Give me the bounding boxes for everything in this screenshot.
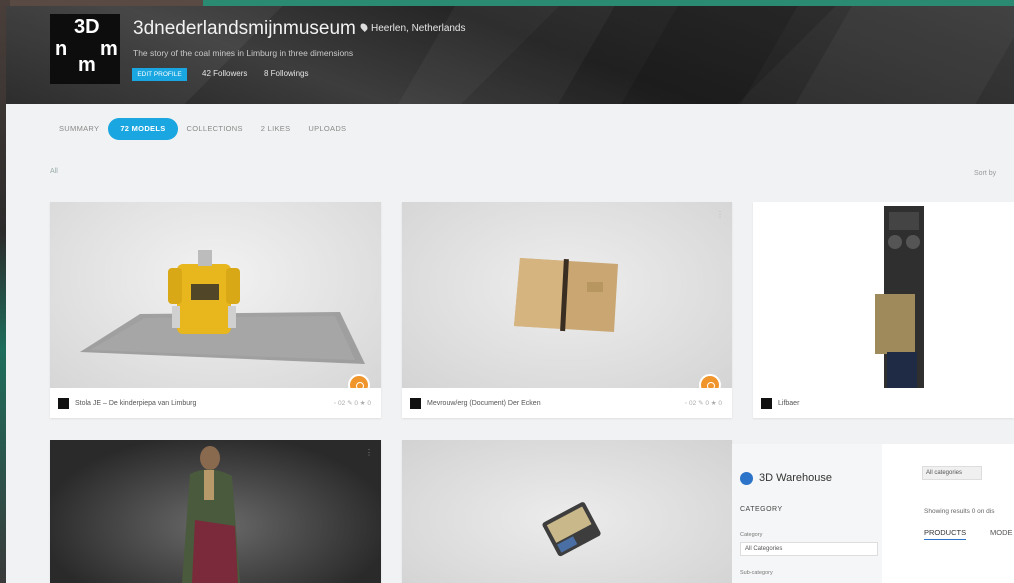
model-preview-shirt — [80, 250, 365, 364]
profile-tagline: The story of the coal mines in Limburg i… — [133, 48, 354, 58]
profile-name[interactable]: 3dnederlandsmijnmuseum — [133, 18, 356, 40]
tab-summary[interactable]: SUMMARY — [50, 118, 108, 140]
profile-logo[interactable]: 3D n m m — [50, 14, 120, 84]
logo-text-n: n — [55, 38, 68, 60]
menu-dots-icon[interactable]: ⋮ — [365, 448, 373, 457]
header-facet — [385, 6, 627, 104]
model-stats: ◦ 02 ✎ 0 ★ 0 — [333, 400, 371, 407]
menu-dots-icon[interactable]: ⋮ — [716, 210, 724, 219]
warehouse-sidebar: 3D Warehouse CATEGORY Category All Categ… — [732, 444, 882, 583]
model-title[interactable]: Mevrouw/erg (Document) Der Ecken — [427, 400, 541, 407]
model-preview-document — [514, 258, 618, 332]
author-avatar[interactable] — [410, 397, 421, 409]
tab-warehouse-models[interactable]: MODE — [990, 528, 1013, 537]
card-footer: Lifbaer — [753, 388, 1014, 418]
author-avatar[interactable] — [58, 397, 69, 409]
location-text: Heerlen, Netherlands — [371, 23, 466, 34]
warehouse-results-text: Showing results 0 on dis — [924, 508, 995, 515]
tab-models[interactable]: 72 MODELS — [108, 118, 178, 140]
model-thumbnail[interactable] — [402, 440, 732, 583]
warehouse-category-heading: CATEGORY — [740, 506, 783, 513]
subcategory-label: Sub-category — [740, 570, 773, 576]
tab-collections[interactable]: COLLECTIONS — [178, 118, 252, 140]
logo-text-m-bottom: m — [78, 54, 96, 76]
edit-profile-button[interactable]: EDIT PROFILE — [132, 68, 187, 81]
model-thumbnail[interactable]: ⋮ — [402, 202, 732, 388]
location-pin-icon — [359, 22, 369, 32]
model-title[interactable]: Lifbaer — [778, 400, 799, 407]
model-card[interactable] — [402, 440, 732, 583]
logo-text-3d: 3D — [74, 16, 100, 38]
model-thumbnail[interactable] — [50, 202, 381, 388]
model-preview-figure — [182, 446, 240, 583]
model-card[interactable]: Stola JE – De kinderpiepa van Limburg ◦ … — [50, 202, 381, 418]
warehouse-title[interactable]: 3D Warehouse — [759, 472, 832, 484]
logo-text-m-right: m — [100, 38, 118, 60]
tab-uploads[interactable]: UPLOADS — [299, 118, 355, 140]
header-facet — [782, 6, 1014, 104]
author-avatar[interactable] — [761, 397, 772, 409]
category-select[interactable]: All Categories — [740, 542, 878, 556]
warehouse-filter-select[interactable]: All categories — [922, 466, 982, 480]
model-preview-box — [542, 502, 601, 557]
model-thumbnail[interactable]: ⋮ — [50, 440, 381, 583]
filter-all[interactable]: All — [50, 168, 58, 175]
card-footer: Mevrouw/erg (Document) Der Ecken ◦ 02 ✎ … — [402, 388, 732, 418]
model-preview-tower — [875, 206, 924, 388]
model-thumbnail[interactable] — [753, 202, 1014, 388]
tab-products[interactable]: PRODUCTS — [924, 528, 967, 540]
followings-link[interactable]: 8 Followings — [264, 69, 308, 78]
profile-header: 3D n m m 3dnederlandsmijnmuseum Heerlen,… — [6, 6, 1014, 104]
profile-tabs: SUMMARY 72 MODELS COLLECTIONS 2 LIKES UP… — [50, 118, 355, 140]
card-footer: Stola JE – De kinderpiepa van Limburg ◦ … — [50, 388, 381, 418]
model-card[interactable]: ⋮ Mevrouw/erg (Document) Der Ecken ◦ 02 … — [402, 202, 732, 418]
warehouse-logo-icon — [740, 472, 753, 485]
model-card[interactable]: Lifbaer — [753, 202, 1014, 418]
model-title[interactable]: Stola JE – De kinderpiepa van Limburg — [75, 400, 196, 407]
followers-link[interactable]: 42 Followers — [202, 69, 247, 78]
warehouse-panel: 3D Warehouse CATEGORY Category All Categ… — [732, 444, 1014, 583]
model-stats: ◦ 02 ✎ 0 ★ 0 — [684, 400, 722, 407]
header-facet — [608, 6, 804, 104]
tab-likes[interactable]: 2 LIKES — [252, 118, 300, 140]
sort-by-dropdown[interactable]: Sort by — [974, 170, 996, 177]
category-label: Category — [740, 532, 763, 538]
profile-page: 3D n m m 3dnederlandsmijnmuseum Heerlen,… — [6, 6, 1014, 583]
model-card[interactable]: ⋮ — [50, 440, 381, 583]
profile-location: Heerlen, Netherlands — [359, 22, 466, 34]
